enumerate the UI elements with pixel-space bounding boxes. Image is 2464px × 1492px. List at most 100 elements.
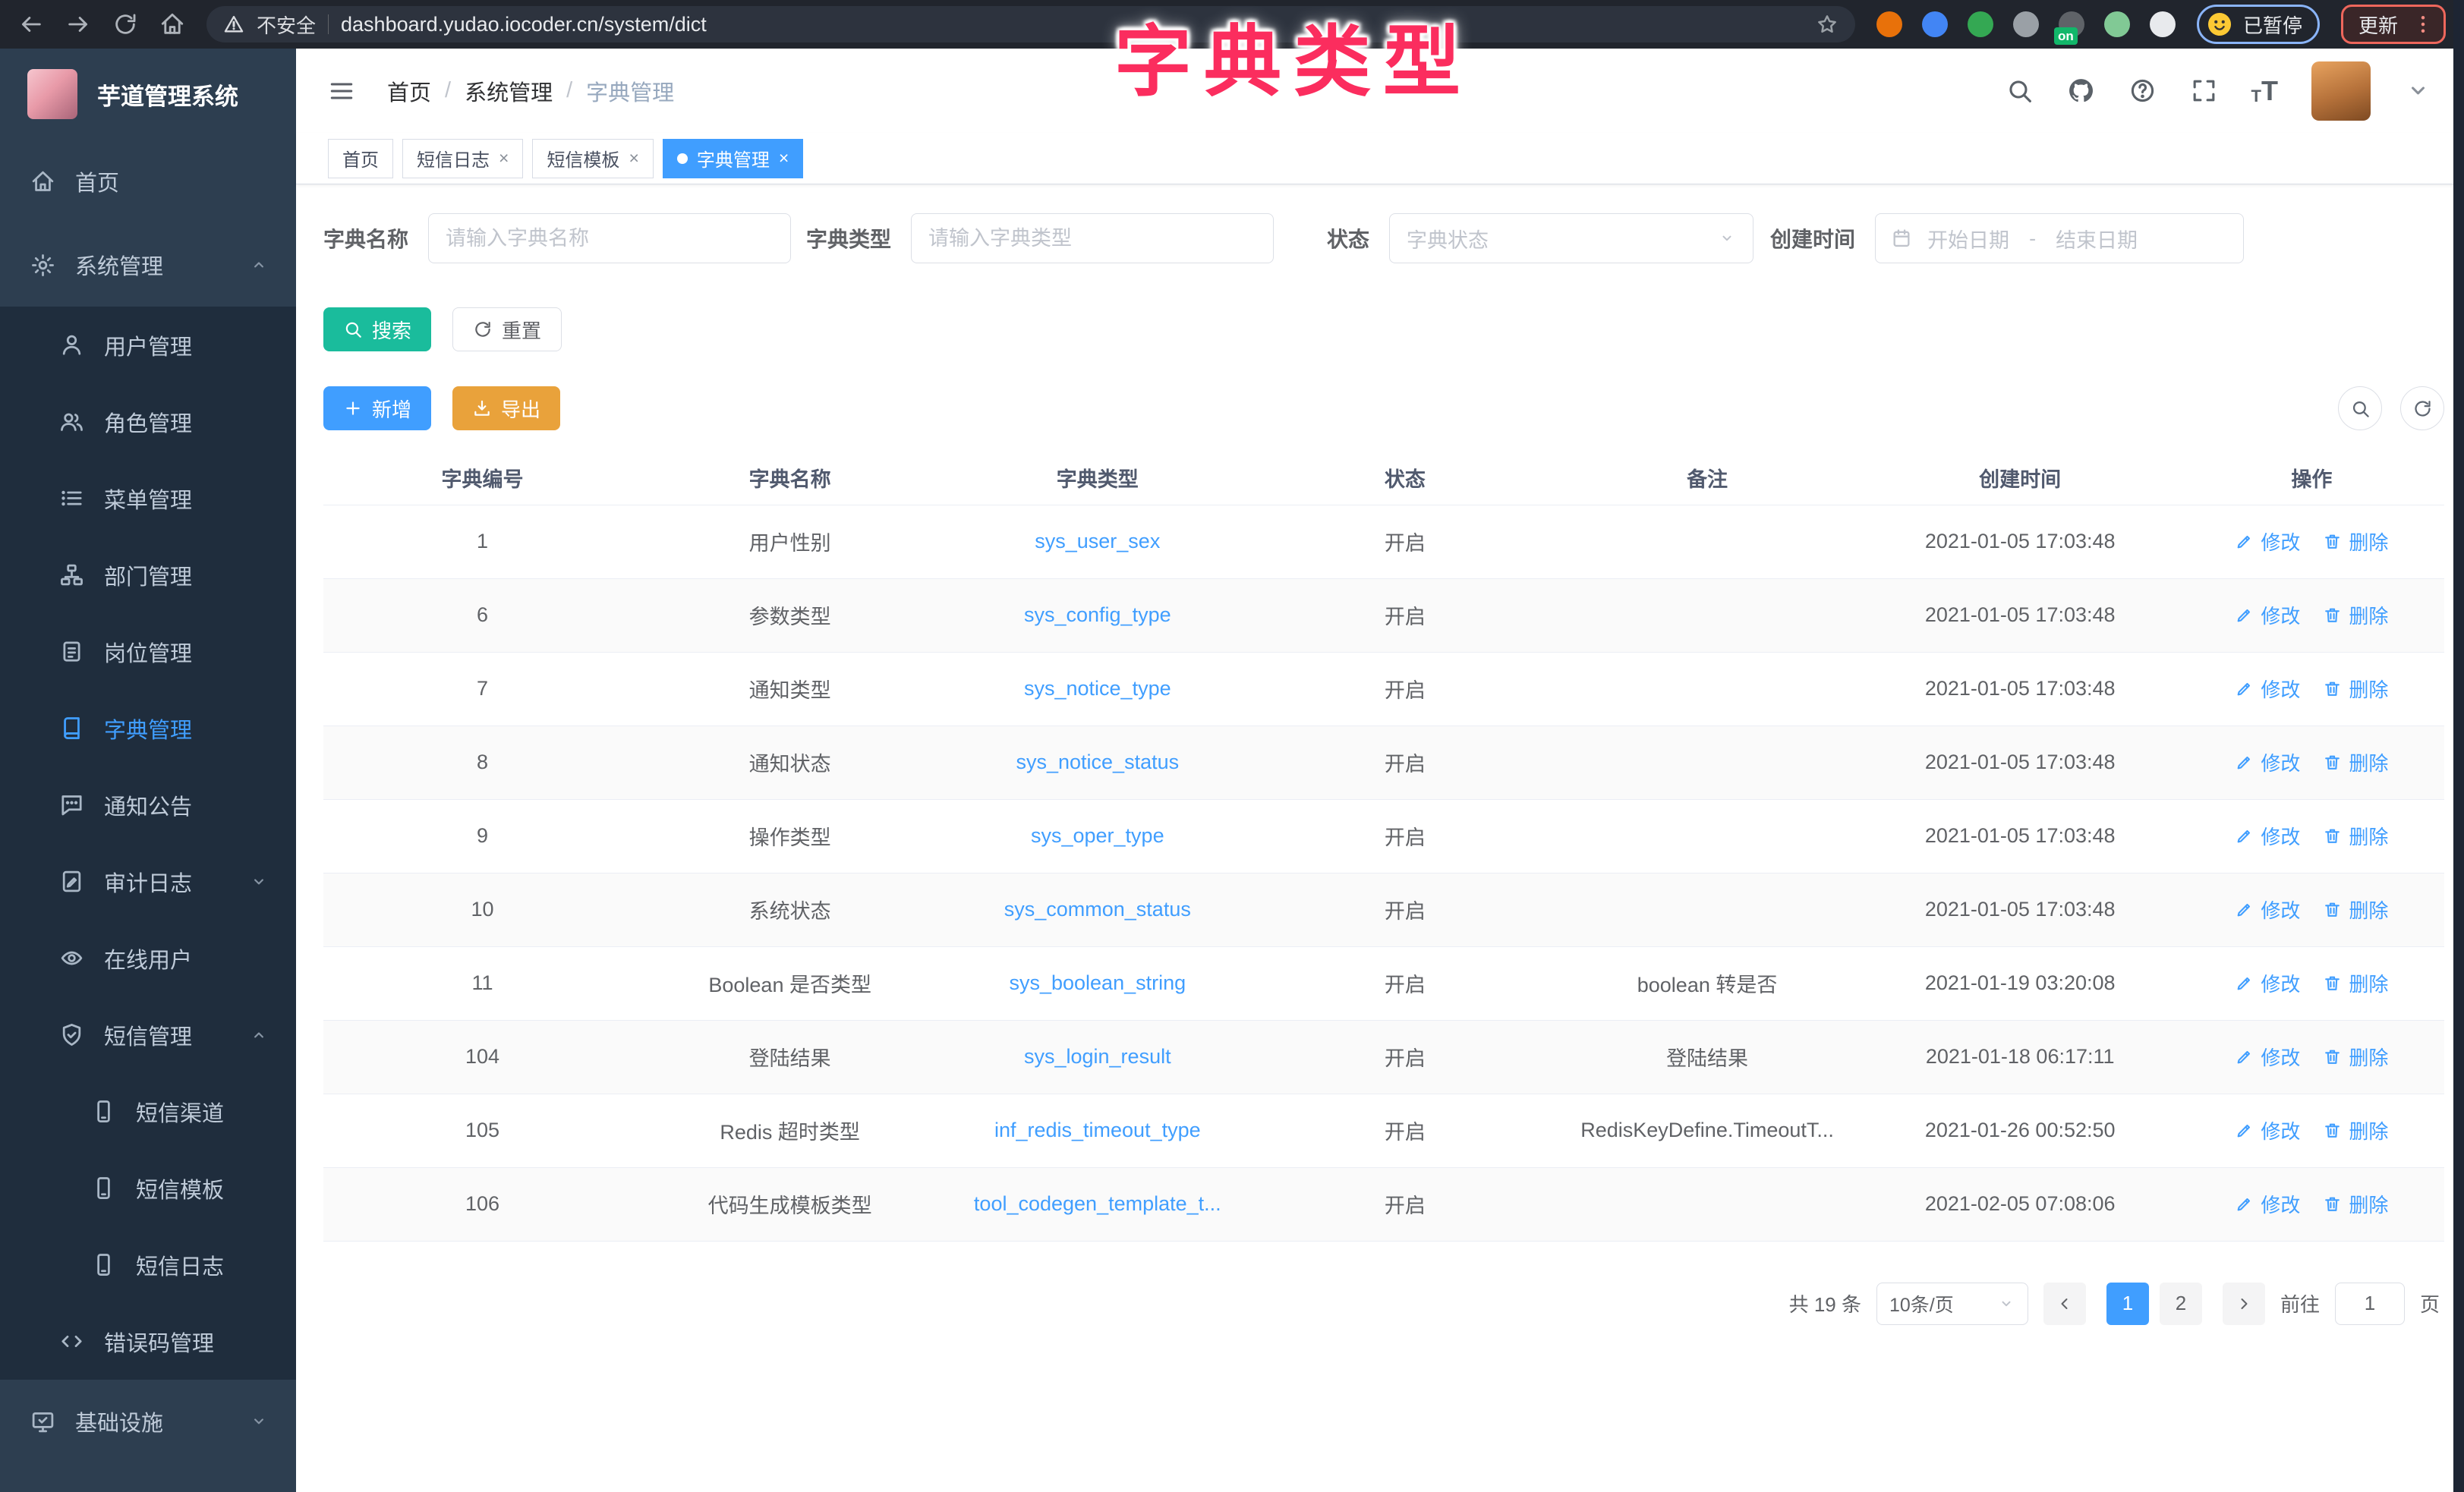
prev-page-button[interactable]: [2043, 1283, 2086, 1325]
status-select[interactable]: 字典状态: [1389, 213, 1753, 263]
edit-link[interactable]: 修改: [2235, 748, 2300, 776]
sidebar-item-dept-mgmt[interactable]: 部门管理: [0, 537, 296, 613]
export-button[interactable]: 导出: [452, 386, 560, 430]
dict-type-link[interactable]: sys_notice_type: [1024, 677, 1171, 700]
delete-link[interactable]: 删除: [2323, 748, 2388, 776]
browser-forward-icon[interactable]: [65, 11, 91, 37]
delete-link[interactable]: 删除: [2323, 1043, 2388, 1071]
edit-link[interactable]: 修改: [2235, 1190, 2300, 1218]
refresh-table-button[interactable]: [2400, 386, 2444, 430]
tab-home[interactable]: 首页: [328, 139, 393, 178]
sidebar-item-user-mgmt[interactable]: 用户管理: [0, 307, 296, 383]
sidebar-item-audit-log[interactable]: 审计日志: [0, 843, 296, 920]
breadcrumb-home[interactable]: 首页: [387, 75, 431, 107]
date-range-picker[interactable]: 开始日期 - 结束日期: [1875, 213, 2244, 263]
select-caret-icon: [1718, 229, 1736, 247]
goto-page-input[interactable]: [2335, 1283, 2405, 1325]
browser-reload-icon[interactable]: [112, 11, 138, 37]
search-button[interactable]: 搜索: [323, 307, 431, 351]
dict-type-link[interactable]: sys_oper_type: [1031, 824, 1164, 847]
tab-close-icon[interactable]: ×: [499, 150, 509, 167]
sidebar-item-menu-mgmt[interactable]: 菜单管理: [0, 460, 296, 537]
toggle-search-button[interactable]: [2338, 386, 2382, 430]
delete-link[interactable]: 删除: [2323, 969, 2388, 997]
update-button[interactable]: 更新: [2341, 5, 2446, 44]
browser-home-icon[interactable]: [159, 11, 185, 37]
sidebar-item-sms-log[interactable]: 短信日志: [0, 1226, 296, 1303]
url-bar[interactable]: 不安全 dashboard.yudao.iocoder.cn/system/di…: [206, 6, 1855, 42]
sidebar-item-sms-template[interactable]: 短信模板: [0, 1150, 296, 1226]
sidebar-item-sms-channel[interactable]: 短信渠道: [0, 1073, 296, 1150]
breadcrumb-system[interactable]: 系统管理: [465, 75, 553, 107]
tab-close-icon[interactable]: ×: [629, 150, 638, 167]
delete-link[interactable]: 删除: [2323, 675, 2388, 703]
bookmark-star-icon[interactable]: [1816, 13, 1839, 36]
help-icon[interactable]: [2128, 77, 2157, 105]
page-button-2[interactable]: 2: [2160, 1283, 2202, 1325]
dict-type-input[interactable]: [911, 213, 1274, 263]
delete-link[interactable]: 删除: [2323, 1190, 2388, 1218]
next-page-button[interactable]: [2223, 1283, 2265, 1325]
extension-icon[interactable]: [2104, 11, 2130, 37]
delete-link[interactable]: 删除: [2323, 527, 2388, 556]
sidebar-item-notice[interactable]: 通知公告: [0, 766, 296, 843]
sidebar-item-home[interactable]: 首页: [0, 140, 296, 223]
extension-icon[interactable]: on: [2059, 11, 2084, 37]
header-search-icon[interactable]: [2006, 77, 2034, 105]
sidebar-item-dict-mgmt[interactable]: 字典管理: [0, 690, 296, 766]
edit-link[interactable]: 修改: [2235, 969, 2300, 997]
caret-down-icon: [249, 1412, 269, 1431]
sidebar-item-post-mgmt[interactable]: 岗位管理: [0, 613, 296, 690]
edit-link[interactable]: 修改: [2235, 896, 2300, 924]
extension-icon[interactable]: [1922, 11, 1948, 37]
dict-type-link[interactable]: sys_config_type: [1024, 603, 1171, 626]
dict-type-link[interactable]: inf_redis_timeout_type: [994, 1119, 1201, 1141]
sidebar-item-role-mgmt[interactable]: 角色管理: [0, 383, 296, 460]
tab-sms-template[interactable]: 短信模板×: [532, 139, 653, 178]
browser-menu-icon[interactable]: [2412, 13, 2434, 36]
sidebar-toggle-icon[interactable]: [328, 77, 355, 105]
delete-link[interactable]: 删除: [2323, 822, 2388, 850]
edit-link[interactable]: 修改: [2235, 822, 2300, 850]
sidebar-item-infrastructure[interactable]: 基础设施: [0, 1380, 296, 1463]
dict-type-link[interactable]: sys_boolean_string: [1009, 971, 1186, 994]
edit-link[interactable]: 修改: [2235, 1043, 2300, 1071]
add-button[interactable]: 新增: [323, 386, 431, 430]
sidebar-item-error-code-mgmt[interactable]: 错误码管理: [0, 1303, 296, 1380]
dict-type-link[interactable]: sys_user_sex: [1035, 530, 1160, 552]
reset-button[interactable]: 重置: [452, 307, 562, 351]
tab-sms-log[interactable]: 短信日志×: [402, 139, 523, 178]
app-logo[interactable]: 芋道管理系统: [0, 49, 296, 140]
dict-type-link[interactable]: sys_common_status: [1004, 898, 1191, 921]
font-size-icon[interactable]: TT: [2251, 77, 2278, 105]
user-avatar[interactable]: [2311, 61, 2371, 121]
dict-type-link[interactable]: tool_codegen_template_t...: [974, 1192, 1221, 1215]
delete-link[interactable]: 删除: [2323, 1116, 2388, 1144]
extension-icon[interactable]: [1968, 11, 1993, 37]
delete-link[interactable]: 删除: [2323, 896, 2388, 924]
dict-type-link[interactable]: sys_notice_status: [1016, 751, 1179, 773]
sidebar-item-sms-mgmt[interactable]: 短信管理: [0, 996, 296, 1073]
edit-link[interactable]: 修改: [2235, 527, 2300, 556]
paused-badge[interactable]: 已暂停: [2197, 5, 2320, 44]
tab-dict-mgmt[interactable]: 字典管理×: [663, 139, 803, 178]
fullscreen-icon[interactable]: [2190, 77, 2218, 105]
tab-close-icon[interactable]: ×: [779, 150, 789, 167]
breadcrumb-current: 字典管理: [586, 75, 674, 107]
dict-type-link[interactable]: sys_login_result: [1024, 1045, 1171, 1068]
edit-link[interactable]: 修改: [2235, 675, 2300, 703]
page-size-select[interactable]: 10条/页: [1876, 1283, 2028, 1325]
dict-name-input[interactable]: [428, 213, 791, 263]
page-button-1[interactable]: 1: [2106, 1283, 2149, 1325]
github-icon[interactable]: [2067, 77, 2095, 105]
edit-link[interactable]: 修改: [2235, 1116, 2300, 1144]
extension-icon[interactable]: [2150, 11, 2176, 37]
user-menu-caret-icon[interactable]: [2404, 77, 2432, 105]
sidebar-item-system-mgmt[interactable]: 系统管理: [0, 223, 296, 307]
extension-icon[interactable]: [2013, 11, 2039, 37]
delete-link[interactable]: 删除: [2323, 601, 2388, 629]
browser-back-icon[interactable]: [18, 11, 44, 37]
sidebar-item-online-users[interactable]: 在线用户: [0, 920, 296, 996]
edit-link[interactable]: 修改: [2235, 601, 2300, 629]
extension-icon[interactable]: [1876, 11, 1902, 37]
